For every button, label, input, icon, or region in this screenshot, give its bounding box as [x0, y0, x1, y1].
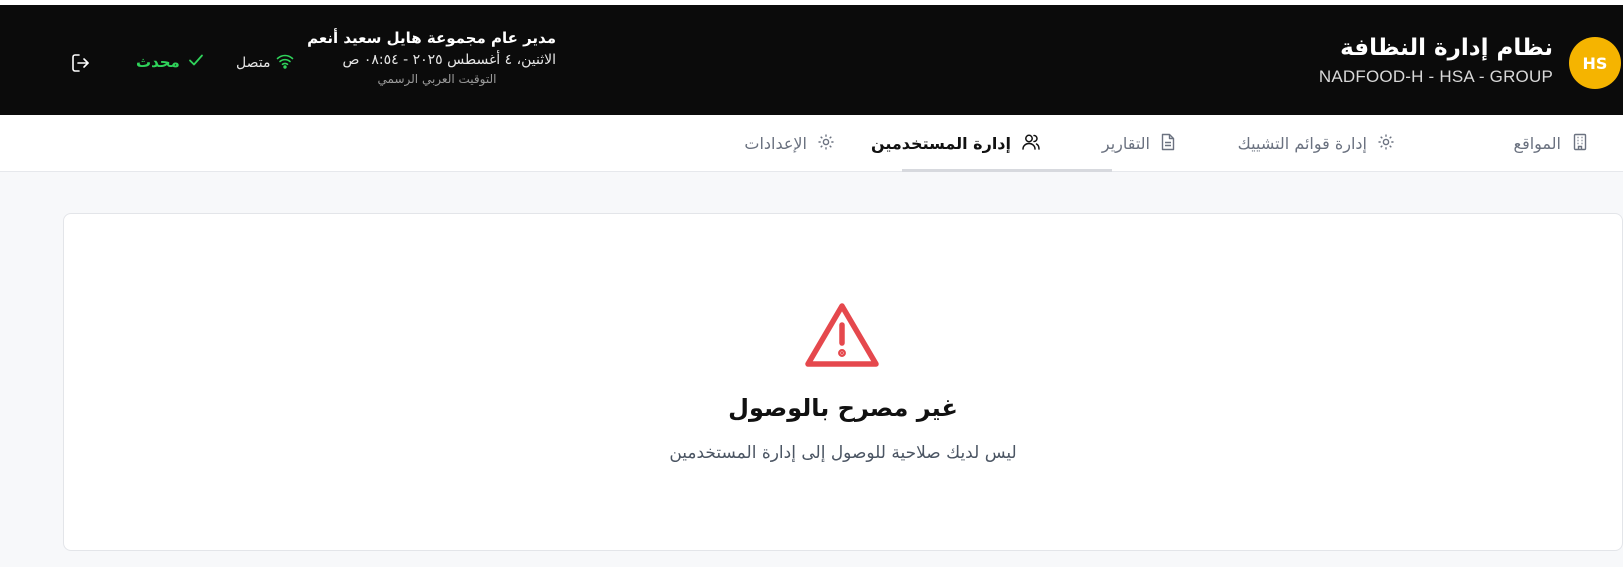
tab-label: إدارة المستخدمين: [870, 134, 1011, 153]
wifi-icon: [276, 53, 294, 73]
document-icon: [1160, 133, 1176, 155]
current-datetime: الاثنين، ٤ أغسطس ٢٠٢٥ - ٠٨:٥٤ ص: [342, 52, 556, 68]
app-header: HS نظام إدارة النظافة NADFOOD-H - HSA - …: [0, 5, 1623, 115]
timezone-label: التوقيت العربي الرسمي: [377, 72, 497, 86]
warning-icon: [804, 301, 880, 369]
access-denied-card: [63, 213, 1623, 551]
logout-icon[interactable]: [70, 52, 94, 76]
building-icon: [1571, 133, 1589, 155]
tab-label: الإعدادات: [744, 134, 807, 153]
tab-reports[interactable]: التقارير: [1098, 115, 1180, 172]
check-icon: [188, 52, 204, 71]
main-tabs: المواقع إدارة قوائم التشييك التقارير إدا…: [0, 115, 1623, 172]
update-status: محدث: [136, 52, 204, 71]
app-title: نظام إدارة النظافة: [1340, 35, 1553, 61]
user-name: مدير عام مجموعة هايل سعيد أنعم: [307, 29, 556, 47]
tab-label: التقارير: [1101, 134, 1150, 153]
connection-status: متصل: [236, 53, 294, 73]
app-subtitle: NADFOOD-H - HSA - GROUP: [1318, 67, 1553, 86]
tab-user-management[interactable]: إدارة المستخدمين: [867, 115, 1045, 172]
access-denied-message: ليس لديك صلاحية للوصول إلى إدارة المستخد…: [669, 443, 1017, 463]
connection-label: متصل: [236, 55, 271, 71]
user-info: مدير عام مجموعة هايل سعيد أنعم الاثنين، …: [307, 29, 556, 86]
tab-sites[interactable]: المواقع: [1510, 115, 1593, 172]
tab-label: إدارة قوائم التشييك: [1237, 134, 1367, 153]
avatar-initials: HS: [1582, 53, 1608, 73]
tab-settings[interactable]: الإعدادات: [740, 115, 839, 172]
gear-icon: [817, 133, 835, 155]
users-icon: [1021, 133, 1041, 155]
brand: نظام إدارة النظافة NADFOOD-H - HSA - GRO…: [1319, 35, 1553, 87]
tab-checklists[interactable]: إدارة قوائم التشييك: [1234, 115, 1399, 172]
access-denied-title: غير مصرح بالوصول: [728, 394, 958, 422]
active-tab-indicator: [902, 169, 1112, 172]
updated-label: محدث: [136, 52, 180, 71]
gear-icon: [1377, 133, 1395, 155]
avatar[interactable]: HS: [1569, 37, 1621, 89]
tab-label: المواقع: [1513, 134, 1561, 153]
